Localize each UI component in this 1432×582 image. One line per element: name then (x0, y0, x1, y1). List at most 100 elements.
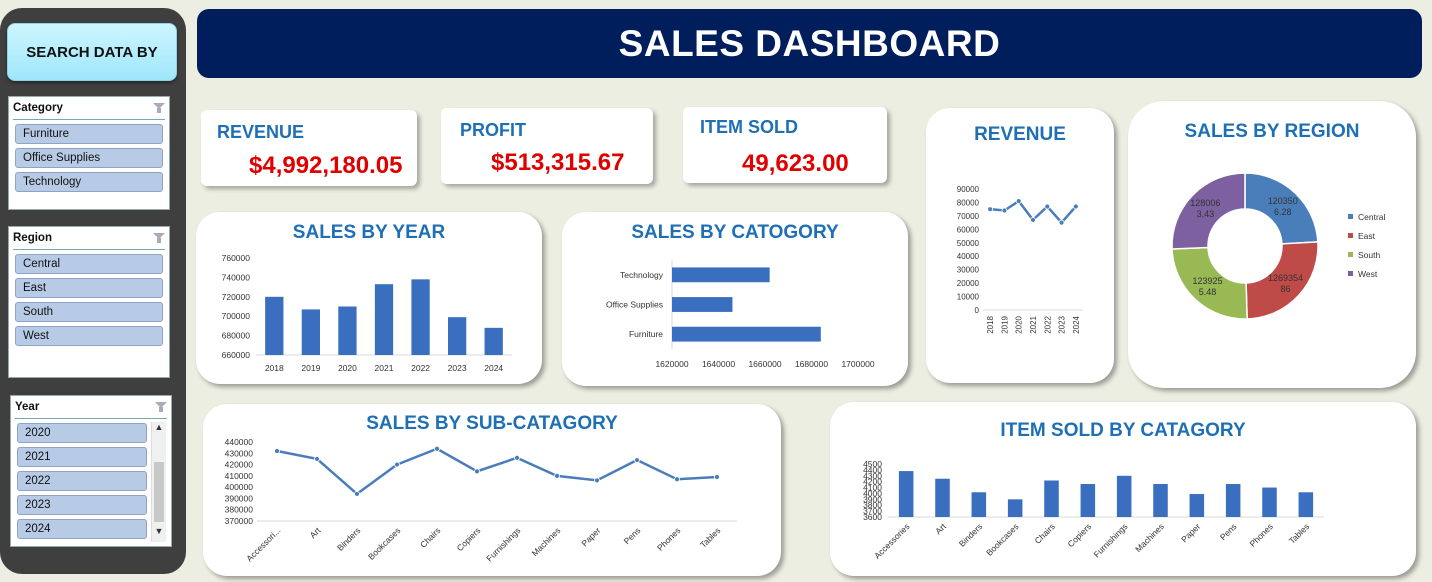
category-slicer-title: Category (13, 102, 63, 114)
x-tick-label: 2022 (411, 363, 430, 373)
data-point (1001, 207, 1008, 214)
legend-swatch (1348, 252, 1353, 257)
data-label: 5.48 (1199, 287, 1217, 297)
profit-kpi-value: $513,315.67 (491, 149, 625, 176)
data-point (987, 206, 994, 213)
y-tick-label: 380000 (225, 505, 254, 515)
x-tick-label: 2021 (375, 363, 394, 373)
data-point (1030, 217, 1036, 223)
x-tick-label: Art (933, 521, 948, 536)
clear-filter-icon[interactable] (155, 402, 167, 412)
y-tick-label: 70000 (957, 212, 980, 221)
bar (1116, 475, 1132, 517)
revenue-kpi-value: $4,992,180.05 (249, 152, 403, 179)
y-tick-label: 390000 (225, 493, 254, 503)
sales-by-region-card: SALES BY REGION 120350 6.28 1269354 86 12392… (1128, 101, 1416, 388)
x-tick-label: 2023 (1058, 315, 1067, 333)
slicer-item-technology[interactable]: Technology (15, 172, 163, 192)
x-tick-label: Copiers (1065, 521, 1093, 549)
y-tick-label: Office Supplies (606, 300, 663, 310)
sales-by-subcategory-card: SALES BY SUB-CATAGORY 440000 430000 420000… (203, 404, 781, 576)
y-tick-label: 30000 (957, 266, 980, 275)
data-point (274, 448, 280, 454)
items-sold-kpi-value: 49,623.00 (742, 150, 849, 177)
scroll-up-icon[interactable]: ▲ (152, 422, 166, 434)
x-tick-label: 2019 (301, 363, 320, 373)
page-title: SALES DASHBOARD (197, 9, 1422, 78)
year-slicer-header: Year (15, 396, 167, 419)
y-tick-label: 680000 (222, 331, 251, 341)
bar (672, 326, 821, 342)
slicer-item-2024[interactable]: 2024 (17, 519, 147, 539)
region-slicer-header: Region (13, 227, 165, 250)
category-slicer-header: Category (13, 97, 165, 120)
slicer-item-east[interactable]: East (15, 278, 163, 298)
slicer-item-2023[interactable]: 2023 (17, 495, 147, 515)
data-point (514, 454, 520, 461)
slicer-item-2021[interactable]: 2021 (17, 447, 147, 467)
data-label: 128006 (1190, 198, 1220, 208)
data-point (594, 477, 600, 484)
slicer-item-south[interactable]: South (15, 302, 163, 322)
slicer-item-office-supplies[interactable]: Office Supplies (15, 148, 163, 168)
x-tick-label: 1620000 (655, 359, 688, 369)
bar (374, 284, 394, 355)
legend-label: South (1358, 250, 1380, 260)
x-tick-label: 2018 (265, 363, 284, 373)
y-tick-label: Technology (620, 270, 664, 280)
y-tick-label: 10000 (957, 293, 980, 302)
y-tick-label: 90000 (957, 185, 980, 194)
year-slicer-title: Year (15, 401, 40, 413)
bar (1225, 484, 1241, 517)
clear-filter-icon[interactable] (153, 233, 165, 243)
scroll-thumb[interactable] (154, 462, 164, 522)
x-tick-label: Phones (1247, 521, 1274, 548)
x-tick-label: Machines (530, 525, 563, 558)
y-tick-label: 720000 (222, 292, 251, 302)
profit-kpi-label: PROFIT (460, 120, 526, 140)
bar (672, 267, 770, 283)
x-tick-label: 2023 (448, 363, 467, 373)
data-label: 6.28 (1274, 207, 1292, 217)
x-tick-label: 1660000 (748, 359, 781, 369)
x-tick-label: Pens (1218, 521, 1239, 542)
bar (898, 471, 914, 517)
legend-swatch (1348, 271, 1353, 276)
x-tick-label: Binders (957, 521, 984, 548)
y-tick-label: 430000 (225, 448, 254, 458)
clear-filter-icon[interactable] (153, 103, 165, 113)
slicer-item-furniture[interactable]: Furniture (15, 124, 163, 144)
bar (1080, 484, 1096, 517)
bar (301, 309, 320, 355)
x-tick-label: 2018 (986, 315, 995, 333)
bar (338, 306, 357, 355)
x-tick-label: 2021 (1029, 315, 1038, 333)
x-tick-label: 2024 (484, 363, 503, 373)
scroll-down-icon[interactable]: ▼ (152, 526, 166, 538)
bar (484, 327, 503, 355)
sales-by-subcategory-chart: 440000430000 420000410000400000390000 3800… (225, 437, 737, 563)
bar (1007, 499, 1023, 517)
data-point (634, 457, 640, 463)
slicer-item-2020[interactable]: 2020 (17, 423, 147, 443)
x-tick-label: 2024 (1072, 315, 1081, 333)
legend-swatch (1348, 214, 1353, 219)
data-label: 123925 (1192, 276, 1222, 286)
slicer-item-2022[interactable]: 2022 (17, 471, 147, 491)
data-label: 86 (1281, 284, 1291, 294)
year-slicer-scrollbar[interactable]: ▲ ▼ (151, 422, 166, 542)
items-by-category-card: ITEM SOLD BY CATAGORY 4500 4400 4300 4200 41… (830, 402, 1416, 576)
slicer-item-west[interactable]: West (15, 326, 163, 346)
data-point (434, 445, 440, 452)
y-tick-label: Furniture (629, 329, 663, 339)
bar (265, 296, 284, 355)
data-point (354, 491, 360, 497)
x-tick-label: Chairs (1032, 521, 1056, 545)
slicer-item-central[interactable]: Central (15, 254, 163, 274)
x-tick-label: 1700000 (841, 359, 874, 369)
data-point (314, 456, 320, 462)
y-tick-label: 420000 (225, 460, 254, 470)
data-point (1072, 203, 1079, 210)
search-data-button[interactable]: SEARCH DATA BY (7, 23, 177, 81)
bar (672, 297, 733, 312)
